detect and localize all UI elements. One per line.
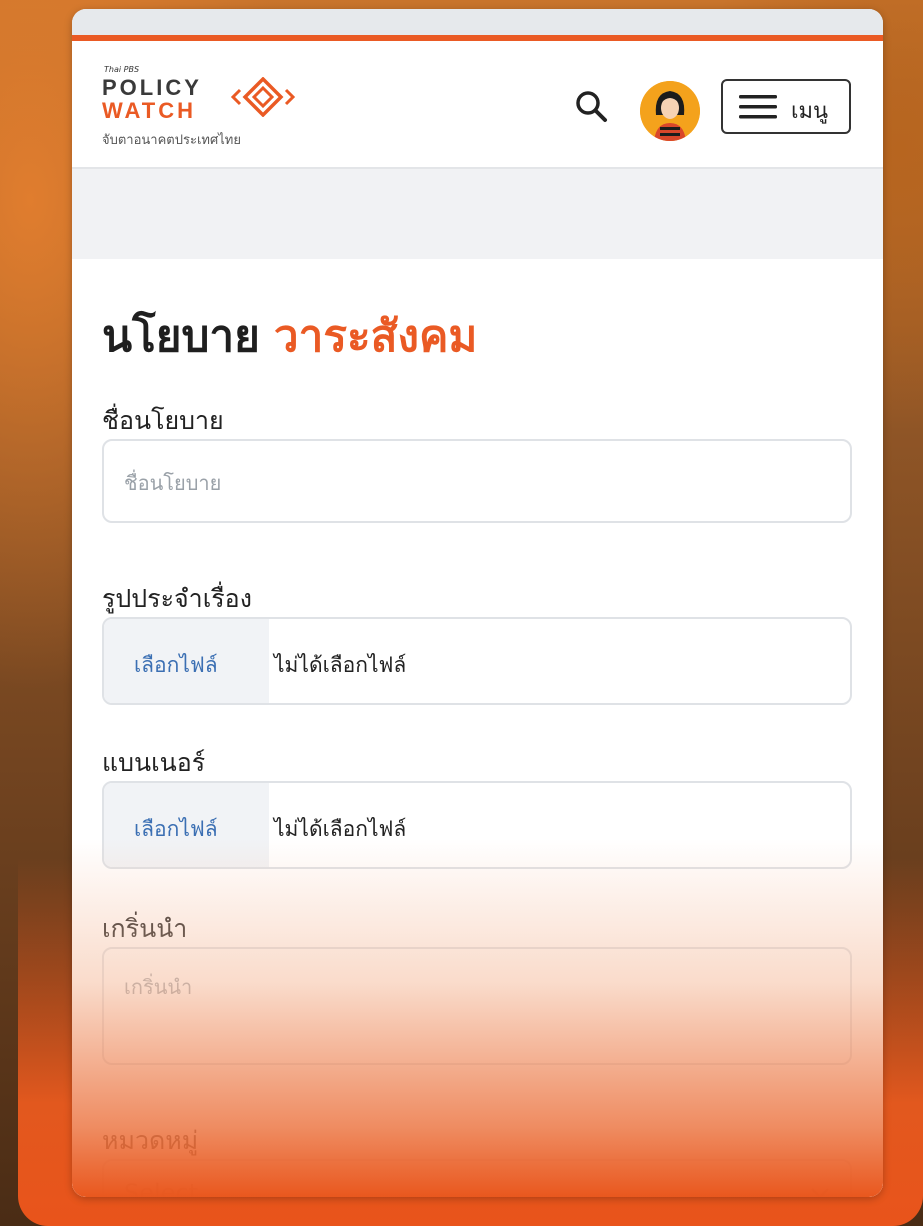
logo-watch-text: WATCH xyxy=(102,98,197,123)
intro-label: เกริ่นนำ xyxy=(102,914,188,943)
category-select[interactable]: Select xyxy=(102,1159,852,1197)
hamburger-icon xyxy=(739,95,777,119)
page-title-main: นโยบาย xyxy=(102,311,260,362)
policy-form: นโยบาย วาระสังคม ชื่อนโยบาย ชื่อนโยบาย รู… xyxy=(72,259,883,1197)
phone-screen: Thai PBS POLICY WATCH จับตาอนาคตประเทศไท… xyxy=(72,9,883,1197)
intro-placeholder: เกริ่นนำ xyxy=(124,975,193,999)
banner-choose-label: เลือกไฟล์ xyxy=(134,817,218,841)
avatar[interactable] xyxy=(640,81,700,141)
page-title: นโยบาย วาระสังคม xyxy=(102,301,477,371)
cover-image-choose-button[interactable]: เลือกไฟล์ xyxy=(104,619,269,703)
chevron-down-icon xyxy=(811,1188,829,1197)
menu-button[interactable]: เมนู xyxy=(721,79,851,134)
page-title-accent: วาระสังคม xyxy=(273,311,478,362)
menu-label: เมนู xyxy=(791,99,829,124)
policy-watch-logo[interactable]: Thai PBS POLICY WATCH จับตาอนาคตประเทศไท… xyxy=(102,63,332,163)
category-label: หมวดหมู่ xyxy=(102,1126,199,1155)
status-bar xyxy=(72,9,883,35)
banner-label: แบนเนอร์ xyxy=(102,748,206,777)
cover-image-choose-label: เลือกไฟล์ xyxy=(134,653,218,677)
banner-status: ไม่ได้เลือกไฟล์ xyxy=(274,817,407,841)
policy-name-input[interactable]: ชื่อนโยบาย xyxy=(102,439,852,523)
cover-image-status: ไม่ได้เลือกไฟล์ xyxy=(274,653,407,677)
site-header: Thai PBS POLICY WATCH จับตาอนาคตประเทศไท… xyxy=(72,41,883,169)
banner-area xyxy=(72,169,883,259)
cover-image-file-input[interactable]: เลือกไฟล์ ไม่ได้เลือกไฟล์ xyxy=(102,617,852,705)
logo-diamond-icon xyxy=(230,77,296,117)
category-select-value: Select xyxy=(124,1179,199,1197)
banner-choose-button[interactable]: เลือกไฟล์ xyxy=(104,783,269,867)
policy-name-placeholder: ชื่อนโยบาย xyxy=(124,471,222,495)
intro-textarea[interactable]: เกริ่นนำ xyxy=(102,947,852,1065)
banner-file-input[interactable]: เลือกไฟล์ ไม่ได้เลือกไฟล์ xyxy=(102,781,852,869)
policy-name-label: ชื่อนโยบาย xyxy=(102,406,224,435)
cover-image-label: รูปประจำเรื่อง xyxy=(102,584,252,613)
logo-tagline: จับตาอนาคตประเทศไทย xyxy=(102,133,241,148)
user-avatar-icon xyxy=(640,81,700,141)
logo-small-text: Thai PBS xyxy=(104,65,140,74)
search-icon[interactable] xyxy=(572,87,612,127)
